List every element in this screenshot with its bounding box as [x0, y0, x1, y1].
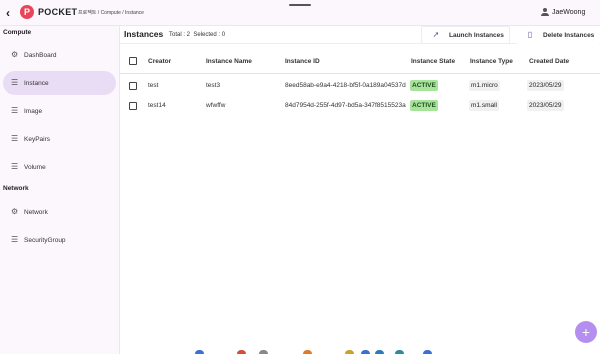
- section-title-network: Network: [3, 185, 29, 192]
- page-title: Instances: [124, 29, 164, 39]
- type-chip: m1.small: [469, 100, 500, 111]
- dock-app-icon[interactable]: [345, 350, 354, 354]
- app-brand: POCKET: [38, 7, 78, 17]
- delete-instances-button[interactable]: ▯ Delete Instances: [516, 26, 600, 44]
- type-chip: m1.micro: [469, 80, 500, 91]
- trash-icon: ▯: [527, 30, 533, 39]
- list-icon: ☰: [11, 106, 19, 115]
- table-row[interactable]: test14 wfwffw 84d7954d-255f-4d97-bd5a-34…: [120, 96, 600, 118]
- user-menu[interactable]: JaeWoong: [541, 8, 585, 16]
- top-bar: ‹ P POCKET 프로젝트 / Compute / Instance Jae…: [0, 0, 600, 26]
- status-badge: ACTIVE: [410, 100, 438, 111]
- main-content: Instances Total : 2 Selected : 0 ➚ Launc…: [120, 26, 600, 354]
- row-checkbox[interactable]: [129, 102, 137, 110]
- table-header: Creator Instance Name Instance ID Instan…: [120, 50, 600, 74]
- cell-id: 84d7954d-255f-4d97-bd5a-347f8515523a: [285, 102, 406, 109]
- column-header-type[interactable]: Instance Type: [470, 58, 513, 65]
- delete-instances-label: Delete Instances: [543, 31, 595, 39]
- dashboard-icon: ⚙: [11, 50, 19, 59]
- dock-app-icon[interactable]: [375, 350, 384, 354]
- date-chip: 2023/05/29: [527, 100, 564, 111]
- drag-handle[interactable]: [289, 4, 311, 6]
- app-logo: P: [20, 5, 34, 19]
- user-name: JaeWoong: [552, 8, 586, 16]
- sidebar-item-image[interactable]: ☰ Image: [3, 99, 116, 123]
- table-row[interactable]: test test3 8eed58ab-e9a4-4218-bf5f-0a189…: [120, 76, 600, 98]
- dock-app-icon[interactable]: [423, 350, 432, 354]
- dock-app-icon[interactable]: [195, 350, 204, 354]
- launch-instances-label: Launch Instances: [449, 31, 504, 39]
- cell-name: wfwffw: [206, 102, 226, 109]
- network-icon: ⚙: [11, 207, 19, 216]
- column-header-creator[interactable]: Creator: [148, 58, 171, 65]
- user-icon: [541, 8, 549, 16]
- selected-count: Selected : 0: [193, 32, 226, 38]
- sidebar-item-dashboard[interactable]: ⚙ DashBoard: [3, 43, 116, 67]
- list-icon: ☰: [11, 78, 19, 87]
- launch-instances-button[interactable]: ➚ Launch Instances: [421, 26, 510, 44]
- main-header: Instances Total : 2 Selected : 0 ➚ Launc…: [120, 26, 600, 44]
- sidebar-item-label: Instance: [24, 79, 49, 87]
- sidebar-item-label: DashBoard: [24, 51, 57, 59]
- back-button[interactable]: ‹: [6, 6, 18, 20]
- sidebar-item-volume[interactable]: ☰ Volume: [3, 155, 116, 179]
- dock-app-icon[interactable]: [237, 350, 246, 354]
- row-checkbox[interactable]: [129, 82, 137, 90]
- select-all-checkbox[interactable]: [129, 57, 137, 65]
- status-badge: ACTIVE: [410, 80, 438, 91]
- dock-app-icon[interactable]: [259, 350, 268, 354]
- rocket-icon: ➚: [432, 30, 440, 39]
- sidebar-item-instance[interactable]: ☰ Instance: [3, 71, 116, 95]
- sidebar-item-label: Volume: [24, 163, 46, 171]
- column-header-name[interactable]: Instance Name: [206, 58, 252, 65]
- date-chip: 2023/05/29: [527, 80, 564, 91]
- section-title-compute: Compute: [3, 29, 32, 36]
- sidebar-item-label: KeyPairs: [24, 135, 51, 143]
- dock-app-icon[interactable]: [361, 350, 370, 354]
- cell-name: test3: [206, 82, 221, 89]
- instance-counts: Total : 2 Selected : 0: [169, 32, 225, 38]
- list-icon: ☰: [11, 235, 19, 244]
- column-header-date[interactable]: Created Date: [529, 58, 569, 65]
- dock-app-icon[interactable]: [303, 350, 312, 354]
- sidebar-item-securitygroup[interactable]: ☰ SecurityGroup: [3, 228, 116, 252]
- taskbar-dock: [195, 350, 435, 354]
- sidebar-item-network[interactable]: ⚙ Network: [3, 200, 116, 224]
- sidebar-item-label: SecurityGroup: [24, 236, 66, 244]
- sidebar-item-label: Network: [24, 208, 48, 216]
- sidebar-item-keypairs[interactable]: ☰ KeyPairs: [3, 127, 116, 151]
- cell-creator: test14: [148, 102, 166, 109]
- list-icon: ☰: [11, 134, 19, 143]
- breadcrumb: 프로젝트 / Compute / Instance: [78, 10, 144, 16]
- dock-app-icon[interactable]: [395, 350, 404, 354]
- sidebar: Compute ⚙ DashBoard ☰ Instance ☰ Image ☰…: [0, 26, 120, 354]
- sidebar-item-label: Image: [24, 107, 43, 115]
- total-count: Total : 2: [169, 32, 191, 38]
- add-fab-button[interactable]: +: [575, 321, 597, 343]
- cell-creator: test: [148, 82, 159, 89]
- column-header-state[interactable]: Instance State: [411, 58, 455, 65]
- cell-id: 8eed58ab-e9a4-4218-bf5f-0a189a04537d: [285, 82, 406, 89]
- list-icon: ☰: [11, 162, 19, 171]
- column-header-id[interactable]: Instance ID: [285, 58, 320, 65]
